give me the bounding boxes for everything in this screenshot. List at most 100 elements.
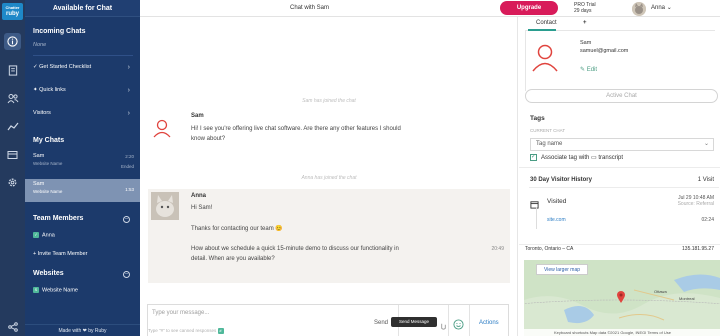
actions-button[interactable]: Actions [479, 320, 499, 326]
message-input[interactable]: Type your message... [152, 310, 209, 316]
calendar-icon [530, 196, 539, 214]
map-attribution: Keyboard shortcuts Map data ©2021 Google… [524, 329, 720, 336]
document-icon[interactable] [4, 62, 21, 79]
emoji-icon[interactable] [453, 317, 464, 335]
divider [33, 55, 133, 56]
sidebar-item-visitors[interactable]: Visitors › [25, 110, 140, 117]
app-window: Chatter ruby Available for Chat Incoming… [0, 0, 720, 336]
availability-toggle[interactable]: Available for Chat [25, 0, 140, 17]
visitor-message: Sam Hi! I see you're offering live chat … [148, 113, 510, 163]
visited-page-link[interactable]: site.com [547, 217, 566, 223]
tab-add[interactable]: + [583, 20, 587, 26]
message-text: know about? [191, 136, 226, 142]
websites-heading: Websites [33, 270, 64, 277]
message-text: Thanks for contacting our team 😊 [191, 226, 283, 232]
analytics-icon[interactable] [4, 118, 21, 135]
view-larger-map-button[interactable]: View larger map [536, 264, 588, 275]
panel-tabs: Contact + [525, 17, 715, 31]
agent-avatar [151, 192, 179, 220]
member-status-icon: ✓ [33, 232, 39, 238]
send-tooltip: Send Message [391, 317, 437, 327]
collapse-websites-icon[interactable]: – [123, 271, 130, 278]
checkbox-checked-icon[interactable]: ✓ [530, 154, 537, 161]
attachment-icon[interactable] [439, 318, 448, 336]
chat-sidebar: Available for Chat Incoming Chats None ✓… [25, 0, 140, 336]
visitor-info-panel: Contact + Sam samuel@gmail.com ✎ Edit Ac… [519, 17, 720, 336]
hash-icon: # [217, 328, 224, 334]
chevron-down-icon: ⌄ [666, 5, 672, 11]
my-chats-heading: My Chats [33, 137, 65, 144]
collapse-team-icon[interactable]: – [123, 216, 130, 223]
chatter-logo[interactable]: Chatter ruby [2, 3, 23, 20]
message-time: 20:49 [491, 246, 504, 252]
chat-list-item-selected[interactable]: Sam Website Name 1:53 [25, 179, 140, 202]
sidebar-item-quick-links[interactable]: ✦ Quick links › [25, 87, 140, 94]
message-sender: Sam [191, 113, 204, 119]
associate-tag-checkbox[interactable]: ✓ Associate tag with ▭ transcript [530, 154, 623, 161]
send-button[interactable]: Send [374, 320, 388, 326]
tags-heading: Tags [530, 115, 545, 122]
visitor-avatar-icon [152, 118, 172, 143]
page-duration: 02:24 [701, 217, 714, 223]
chevron-down-icon: ⌄ [703, 141, 709, 147]
contact-email: samuel@gmail.com [580, 48, 629, 54]
tab-contact[interactable]: Contact [536, 20, 557, 26]
chat-list-item[interactable]: Sam Website Name 2:20 Ended [25, 151, 140, 169]
divider [448, 305, 449, 336]
tag-name-select[interactable]: Tag name ⌄ [530, 138, 714, 151]
message-text: Hi! I see you're offering live chat soft… [191, 126, 401, 132]
message-text: How about we schedule a quick 15-minute … [191, 246, 399, 252]
team-member-item[interactable]: ✓ Anna [25, 232, 63, 238]
system-message: Sam has joined the chat [302, 98, 356, 104]
map-city-label: Montreal [679, 296, 695, 301]
divider [529, 187, 719, 188]
made-with-love-footer: Made with ❤ by Ruby [25, 324, 140, 336]
visit-label: Visited [547, 198, 567, 205]
website-item[interactable]: S Website Name [25, 287, 86, 293]
divider [469, 305, 470, 336]
visitor-ip: 135.181.95.27 [682, 246, 714, 252]
team-members-heading: Team Members [33, 215, 84, 222]
canned-responses-hint: Type "#" to see canned responses # [148, 328, 224, 334]
system-message: Anna has joined the chat [301, 175, 357, 181]
agent-message: Anna Hi Sam! Thanks for contacting our t… [148, 189, 510, 283]
map-pin-icon [616, 290, 626, 309]
message-text: detail. When are you available? [191, 256, 275, 262]
chevron-right-icon: › [127, 110, 130, 117]
pencil-icon: ✎ [580, 67, 587, 73]
visitor-history-heading: 30 Day Visitor History [530, 177, 592, 183]
settings-gear-icon[interactable] [4, 174, 21, 191]
visit-date: Jul 29 10:48 AM Source: Referral [677, 195, 714, 207]
current-chat-label: CURRENT CHAT [530, 128, 566, 133]
chevron-right-icon: › [127, 87, 130, 94]
invite-team-member-link[interactable]: + Invite Team Member [25, 251, 95, 257]
visit-count: 1 Visit [697, 177, 714, 183]
edit-contact-link[interactable]: ✎ Edit [580, 66, 597, 73]
chevron-right-icon: › [127, 64, 130, 71]
active-tab-indicator [528, 29, 556, 31]
icon-rail: Chatter ruby [0, 0, 25, 336]
info-icon[interactable] [4, 33, 21, 50]
sidebar-item-checklist[interactable]: ✓ Get Started Checklist › [25, 64, 140, 71]
contact-avatar-icon [531, 42, 559, 77]
chat-panel: Sam has joined the chat Sam Hi! I see yo… [140, 17, 518, 336]
share-icon[interactable] [4, 318, 21, 335]
user-menu[interactable]: Anna ⌄ [632, 1, 672, 16]
message-sender: Anna [191, 193, 206, 199]
website-icon: S [33, 287, 39, 293]
active-chat-button[interactable]: Active Chat [525, 89, 718, 103]
incoming-empty-text: None [33, 42, 47, 48]
map-city-label: Ottawa [654, 289, 667, 294]
users-icon[interactable] [4, 90, 21, 107]
upgrade-button[interactable]: Upgrade [500, 1, 558, 15]
contact-name: Sam [580, 40, 592, 46]
incoming-chats-heading: Incoming Chats [33, 28, 86, 35]
top-bar: Chat with Sam Upgrade PRO Trial 29 days … [140, 0, 720, 17]
chat-bubble-icon: ▭ [591, 155, 597, 162]
message-text: Hi Sam! [191, 205, 213, 211]
card-icon[interactable] [4, 146, 21, 163]
trial-status: PRO Trial 29 days [574, 2, 596, 14]
page-title: Chat with Sam [290, 5, 330, 11]
location-map[interactable]: View larger map Ottawa Montreal Keyboard… [524, 260, 720, 336]
avatar [632, 2, 646, 16]
